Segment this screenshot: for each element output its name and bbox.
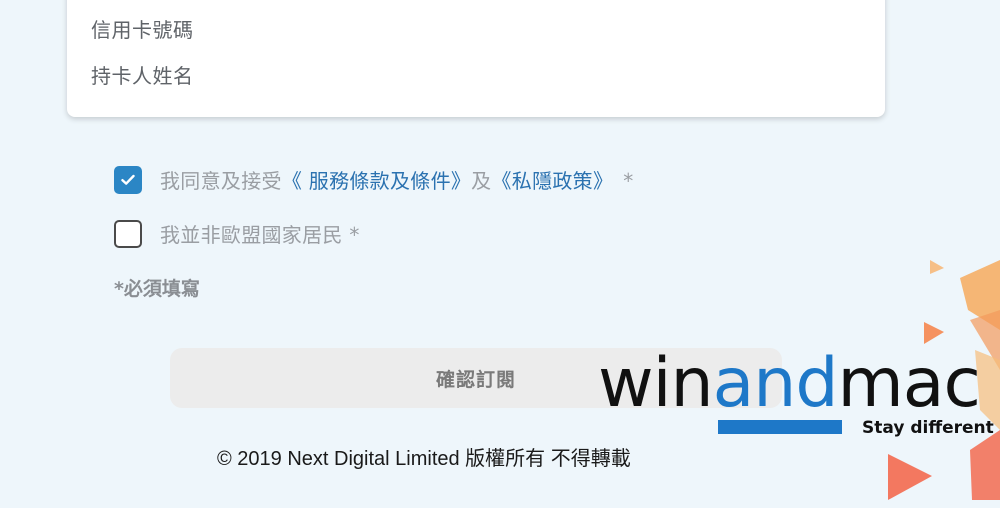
payment-card: 信用卡號碼 持卡人姓名 — [67, 0, 885, 117]
watermark-win: win — [598, 344, 714, 423]
winandmac-watermark-logo: winandmac Stay different — [598, 350, 994, 440]
privacy-policy-link[interactable]: 《私隱政策》 — [491, 169, 613, 193]
terms-conjunction: 及 — [471, 169, 492, 193]
required-note: *必須填寫 — [114, 278, 200, 300]
required-mark: * — [623, 169, 634, 193]
terms-of-service-link[interactable]: 《 服務條款及條件》 — [282, 169, 471, 193]
watermark-underline — [718, 420, 842, 434]
watermark-tagline: Stay different — [862, 418, 994, 438]
non-eu-label: 我並非歐盟國家居民 — [160, 223, 343, 247]
card-number-label[interactable]: 信用卡號碼 — [91, 14, 194, 43]
watermark-mac: mac — [837, 344, 981, 423]
watermark-and: and — [712, 344, 839, 423]
page: 信用卡號碼 持卡人姓名 我同意及接受《 服務條款及條件》及《私隱政策》 * 我並非… — [0, 0, 1000, 508]
terms-prefix: 我同意及接受 — [160, 169, 282, 193]
watermark-wordmark: winandmac — [598, 350, 981, 418]
non-eu-checkbox[interactable] — [114, 219, 142, 248]
required-mark: * — [349, 223, 360, 247]
terms-agreement-row: 我同意及接受《 服務條款及條件》及《私隱政策》 * — [114, 165, 634, 194]
terms-text: 我同意及接受《 服務條款及條件》及《私隱政策》 * — [160, 165, 634, 194]
copyright-text: © 2019 Next Digital Limited 版權所有 不得轉載 — [217, 448, 631, 470]
non-eu-text: 我並非歐盟國家居民 * — [160, 219, 360, 248]
cardholder-name-label[interactable]: 持卡人姓名 — [91, 60, 194, 89]
checkmark-icon — [121, 174, 135, 185]
non-eu-resident-row: 我並非歐盟國家居民 * — [114, 219, 360, 248]
terms-checkbox[interactable] — [114, 165, 142, 194]
